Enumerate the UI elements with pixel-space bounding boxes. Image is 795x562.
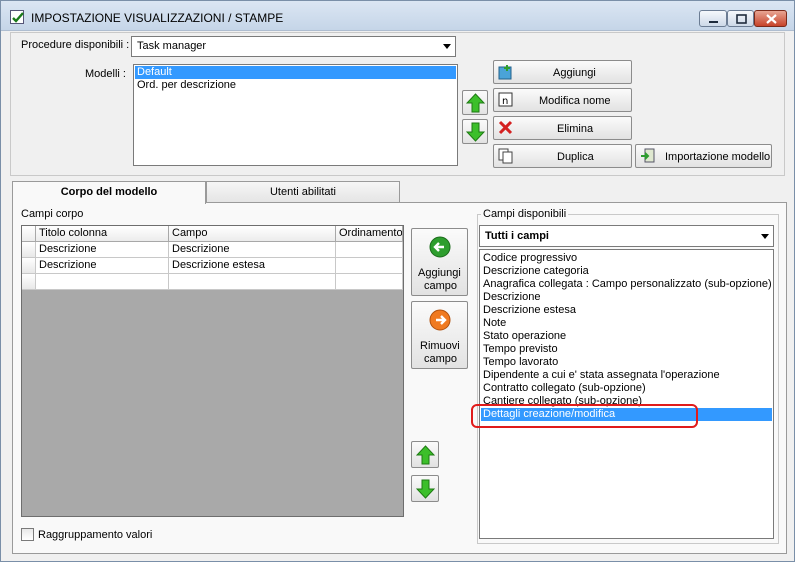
table-cell[interactable]: Descrizione [36,242,169,258]
chevron-down-icon [443,44,451,49]
aggiungi-button[interactable]: Aggiungi [493,60,632,84]
importazione-modello-button[interactable]: Importazione modello [635,144,772,168]
arrow-up-icon [466,93,485,113]
grid-header: Titolo colonna Campo Ordinamento [22,226,403,242]
import-icon [641,148,655,163]
elimina-button[interactable]: Elimina [493,116,632,140]
modifica-nome-button[interactable]: n Modifica nome [493,88,632,112]
procedure-value: Task manager [137,40,207,52]
close-button[interactable] [754,10,787,27]
tab-corpo-del-modello[interactable]: Corpo del modello [12,181,206,204]
add-model-icon [498,65,512,80]
modelli-label: Modelli : [85,68,126,80]
table-cell[interactable] [336,242,403,258]
list-item[interactable]: Descrizione estesa [481,304,772,317]
minimize-button[interactable] [699,10,727,27]
arrow-down-icon [466,122,485,142]
checkmark-icon [10,10,24,24]
field-move-up-button[interactable] [411,441,439,468]
table-row[interactable]: Descrizione Descrizione estesa [22,258,403,274]
table-cell[interactable] [169,274,336,290]
highlight-annotation [471,404,698,428]
table-row[interactable]: Descrizione Descrizione [22,242,403,258]
chevron-down-icon [761,234,769,239]
list-item[interactable]: Descrizione categoria [481,265,772,278]
arrow-up-icon [416,445,435,465]
list-item[interactable]: Note [481,317,772,330]
row-selector[interactable] [22,242,36,258]
field-move-down-button[interactable] [411,475,439,502]
arrow-down-icon [416,479,435,499]
campi-corpo-label: Campi corpo [21,208,84,220]
row-selector[interactable] [22,274,36,290]
aggiungi-campo-button[interactable]: Aggiungi campo [411,228,468,296]
tab-utenti-abilitati[interactable]: Utenti abilitati [206,181,400,203]
table-cell[interactable]: Descrizione estesa [169,258,336,274]
campi-filter-select[interactable]: Tutti i campi [479,225,774,247]
list-item[interactable]: Anagrafica collegata : Campo personalizz… [481,278,772,291]
title-bar: IMPOSTAZIONE VISUALIZZAZIONI / STAMPE [1,1,794,31]
column-header[interactable]: Ordinamento [336,226,403,242]
window-title: IMPOSTAZIONE VISUALIZZAZIONI / STAMPE [31,11,284,25]
list-item[interactable]: Contratto collegato (sub-opzione) [481,382,772,395]
table-cell[interactable]: Descrizione [169,242,336,258]
maximize-button[interactable] [727,10,754,27]
column-header[interactable]: Campo [169,226,336,242]
modelli-list[interactable]: Default Ord. per descrizione [133,64,458,166]
column-header[interactable]: Titolo colonna [36,226,169,242]
row-selector[interactable] [22,258,36,274]
campi-disponibili-list[interactable]: Codice progressivo Descrizione categoria… [479,249,774,539]
procedure-label: Procedure disponibili : [21,39,130,51]
raggruppamento-label: Raggruppamento valori [38,529,153,541]
duplicate-icon [498,148,513,164]
list-item[interactable]: Dipendente a cui e' stata assegnata l'op… [481,369,772,382]
raggruppamento-checkbox[interactable] [21,528,34,541]
svg-text:n: n [502,96,508,107]
list-item[interactable]: Tempo previsto [481,343,772,356]
list-item[interactable]: Codice progressivo [481,252,772,265]
duplica-button[interactable]: Duplica [493,144,632,168]
maximize-icon [736,14,747,24]
rename-icon: n [498,92,513,107]
minimize-icon [709,21,718,23]
campi-disponibili-label: Campi disponibili [481,208,569,220]
move-up-button[interactable] [462,90,488,115]
close-icon [766,14,777,24]
campi-filter-value: Tutti i campi [485,230,549,242]
list-item[interactable]: Stato operazione [481,330,772,343]
campi-corpo-grid[interactable]: Titolo colonna Campo Ordinamento Descriz… [21,225,404,517]
row-header-corner [22,226,36,242]
table-row[interactable] [22,274,403,290]
table-cell[interactable]: Descrizione [36,258,169,274]
delete-icon [498,120,513,135]
list-item[interactable]: Tempo lavorato [481,356,772,369]
rimuovi-campo-button[interactable]: Rimuovi campo [411,301,468,369]
procedure-select[interactable]: Task manager [131,36,456,57]
list-item[interactable]: Default [135,66,456,79]
main-window: IMPOSTAZIONE VISUALIZZAZIONI / STAMPE Pr… [0,0,795,562]
move-down-button[interactable] [462,119,488,144]
table-cell[interactable] [336,258,403,274]
list-item[interactable]: Descrizione [481,291,772,304]
list-item[interactable]: Ord. per descrizione [135,79,456,92]
table-cell[interactable] [336,274,403,290]
table-cell[interactable] [36,274,169,290]
arrow-right-icon [429,309,451,331]
arrow-left-icon [429,236,451,258]
